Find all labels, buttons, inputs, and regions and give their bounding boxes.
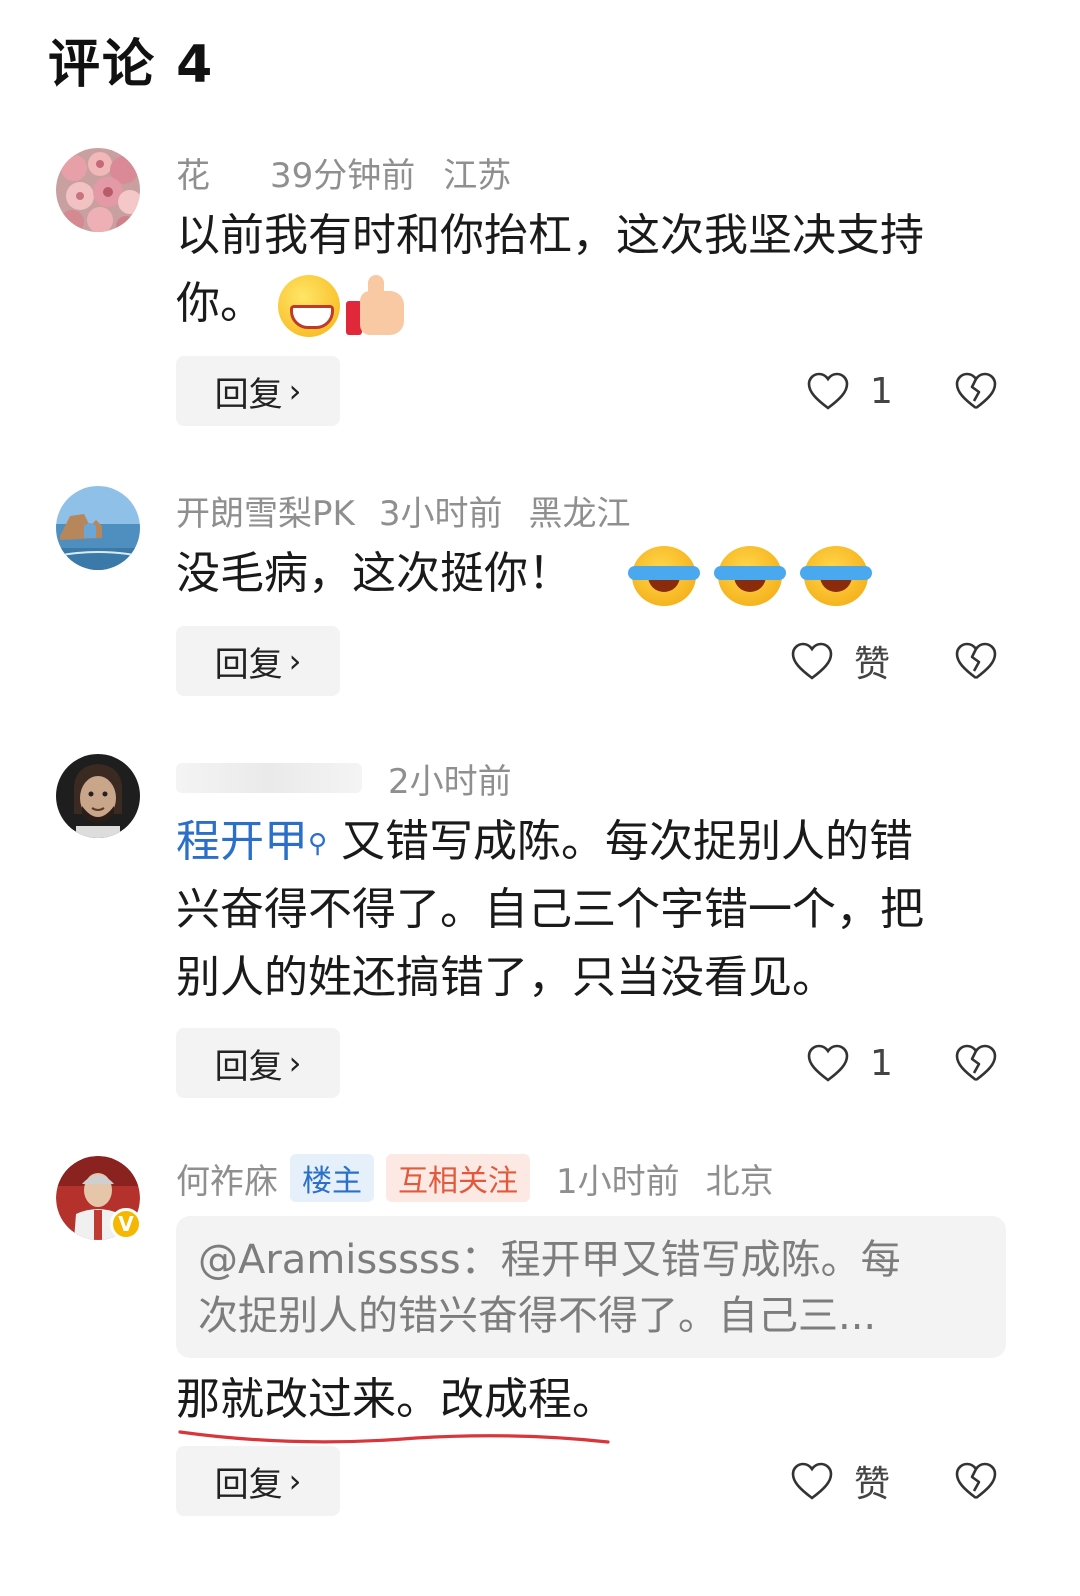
like-count: 赞 xyxy=(854,644,891,685)
search-icon: ⚲ xyxy=(308,829,328,859)
location: 北京 xyxy=(705,1161,774,1202)
broken-heart-icon xyxy=(955,1044,997,1082)
quote-line: @Aramisssss：程开甲又错写成陈。每 xyxy=(198,1237,901,1283)
mention-link[interactable]: 程开甲⚲ xyxy=(176,816,327,867)
comment-text-line: 别人的姓还搞错了，只当没看见。 xyxy=(176,952,836,1003)
reply-button[interactable]: 回复 › xyxy=(176,356,340,426)
page-title: 评论 4 xyxy=(48,35,215,95)
like-count: 1 xyxy=(870,370,893,412)
comment-text: 以前我有时和你抬杠，这次我坚决支持 你。 xyxy=(176,202,1016,338)
timestamp: 2小时前 xyxy=(388,761,512,802)
username[interactable]: 何祚庥 xyxy=(176,1154,278,1203)
comment-text: 没毛病，这次挺你！ xyxy=(176,540,1016,608)
quote-line: 次捉别人的错兴奋得不得了。自己三... xyxy=(198,1293,877,1339)
avatar[interactable] xyxy=(56,148,140,232)
avatar[interactable]: V xyxy=(56,1156,142,1240)
heart-icon xyxy=(807,372,849,410)
comment-text-line: 兴奋得不得了。自己三个字错一个，把 xyxy=(176,884,924,935)
grin-icon xyxy=(278,275,340,337)
comment-meta: 何祚庥 楼主 互相关注 1小时前 北京 xyxy=(176,1154,774,1203)
quoted-comment[interactable]: @Aramisssss：程开甲又错写成陈。每 次捉别人的错兴奋得不得了。自己三.… xyxy=(176,1216,1006,1358)
dislike-button[interactable] xyxy=(954,1028,998,1098)
reply-button[interactable]: 回复 › xyxy=(176,626,340,696)
broken-heart-icon xyxy=(955,642,997,680)
verified-badge-icon: V xyxy=(110,1208,142,1240)
comments-page: 评论 4 花 39分钟前 江苏 以前我有时和你抬杠，这次我坚决支持 你。 回复 … xyxy=(0,0,1080,1596)
reply-label: 回复 xyxy=(214,644,283,685)
comment-text-line: 以前我有时和你抬杠，这次我坚决支持 xyxy=(176,210,924,261)
thumbs-up-icon xyxy=(346,275,406,337)
timestamp: 39分钟前 xyxy=(270,155,416,196)
reply-button[interactable]: 回复 › xyxy=(176,1028,340,1098)
like-count: 赞 xyxy=(854,1464,891,1505)
like-button[interactable]: 1 xyxy=(806,1028,893,1098)
dislike-button[interactable] xyxy=(954,1446,998,1516)
avatar[interactable] xyxy=(56,486,140,570)
username[interactable]: 开朗雪梨PK xyxy=(176,486,355,535)
heart-icon xyxy=(791,1462,833,1500)
comment-meta: 开朗雪梨PK 3小时前 黑龙江 xyxy=(176,486,631,535)
chevron-right-icon: › xyxy=(288,372,302,410)
reply-button[interactable]: 回复 › xyxy=(176,1446,340,1516)
like-count: 1 xyxy=(870,1042,893,1084)
like-button[interactable]: 赞 xyxy=(790,1446,890,1516)
laugh-cry-icon xyxy=(800,546,872,606)
op-badge: 楼主 xyxy=(290,1154,374,1202)
username[interactable]: 花 xyxy=(176,148,210,197)
heart-icon xyxy=(807,1044,849,1082)
reply-label: 回复 xyxy=(214,1464,283,1505)
red-underline-annotation xyxy=(178,1430,610,1444)
reply-label: 回复 xyxy=(214,1046,283,1087)
like-button[interactable]: 1 xyxy=(806,356,893,426)
timestamp: 1小时前 xyxy=(556,1161,680,1202)
dislike-button[interactable] xyxy=(954,626,998,696)
comment-text-line: 你。 xyxy=(176,278,264,329)
laugh-cry-icon xyxy=(714,546,786,606)
location: 黑龙江 xyxy=(528,493,631,534)
comment-text-line: 没毛病，这次挺你！ xyxy=(176,548,572,599)
heart-icon xyxy=(791,642,833,680)
comment-text: 那就改过来。改成程。 xyxy=(176,1366,1016,1444)
timestamp: 3小时前 xyxy=(378,493,503,534)
laugh-cry-icon xyxy=(628,546,700,606)
comment-text: 程开甲⚲ 又错写成陈。每次捉别人的错 兴奋得不得了。自己三个字错一个，把 别人的… xyxy=(176,808,1016,1012)
chevron-right-icon: › xyxy=(288,1044,302,1082)
dislike-button[interactable] xyxy=(954,356,998,426)
location: 江苏 xyxy=(443,155,512,196)
broken-heart-icon xyxy=(955,1462,997,1500)
comment-meta: 2小时前 xyxy=(176,756,512,802)
mutual-follow-badge: 互相关注 xyxy=(386,1154,530,1202)
reply-label: 回复 xyxy=(214,374,283,415)
like-button[interactable]: 赞 xyxy=(790,626,890,696)
comment-meta: 花 39分钟前 江苏 xyxy=(176,148,512,197)
chevron-right-icon: › xyxy=(288,642,302,680)
broken-heart-icon xyxy=(955,372,997,410)
username-blurred[interactable] xyxy=(176,763,362,793)
avatar[interactable] xyxy=(56,754,140,838)
chevron-right-icon: › xyxy=(288,1462,302,1500)
comment-text-line: 又错写成陈。每次捉别人的错 xyxy=(327,816,914,867)
